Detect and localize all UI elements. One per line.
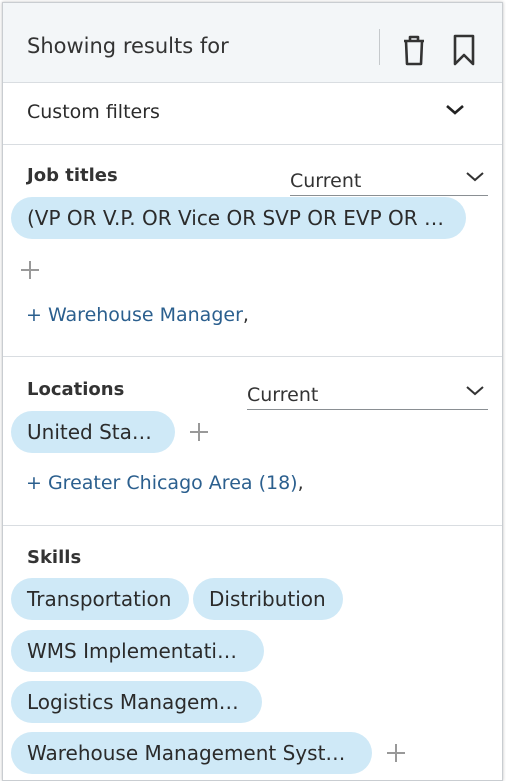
section-divider xyxy=(3,525,502,526)
skill-pill[interactable]: Warehouse Management Systems xyxy=(11,732,372,774)
skill-pill[interactable]: Distribution xyxy=(193,578,343,620)
location-pill[interactable]: United States xyxy=(11,411,175,453)
locations-title: Locations xyxy=(27,379,125,400)
suggestion-link[interactable]: + Warehouse Manager xyxy=(26,304,243,326)
job-title-pill[interactable]: (VP OR V.P. OR Vice OR SVP OR EVP OR He… xyxy=(11,197,466,239)
skill-pill[interactable]: Transportation xyxy=(11,578,189,620)
section-divider xyxy=(3,356,502,357)
skills-title: Skills xyxy=(27,547,82,568)
chevron-down-icon[interactable] xyxy=(445,104,465,116)
chevron-down-icon[interactable] xyxy=(465,385,485,397)
header-divider xyxy=(379,29,380,65)
job-titles-scope-select[interactable]: Current xyxy=(290,169,488,196)
plus-icon[interactable] xyxy=(189,422,209,442)
locations-scope-select[interactable]: Current xyxy=(247,383,488,410)
location-suggestion[interactable]: + Greater Chicago Area (18), xyxy=(26,472,304,494)
panel-header: Showing results for xyxy=(3,3,502,83)
bookmark-icon[interactable] xyxy=(452,34,476,66)
custom-filters-label: Custom filters xyxy=(27,101,160,123)
chevron-down-icon[interactable] xyxy=(465,171,485,183)
skill-pill[interactable]: WMS Implementations xyxy=(11,630,264,672)
skill-pill[interactable]: Logistics Management xyxy=(11,681,262,723)
plus-icon[interactable] xyxy=(386,743,406,763)
trash-icon[interactable] xyxy=(401,33,427,67)
suggestion-separator: , xyxy=(297,472,304,494)
suggestion-link[interactable]: + Greater Chicago Area (18) xyxy=(26,472,298,494)
header-title: Showing results for xyxy=(27,34,229,58)
job-title-suggestion[interactable]: + Warehouse Manager, xyxy=(26,304,249,326)
filters-panel: Showing results for Custom filters Job t… xyxy=(2,2,503,781)
plus-icon[interactable] xyxy=(20,260,40,280)
job-titles-title: Job titles xyxy=(27,165,118,186)
suggestion-separator: , xyxy=(242,304,249,326)
